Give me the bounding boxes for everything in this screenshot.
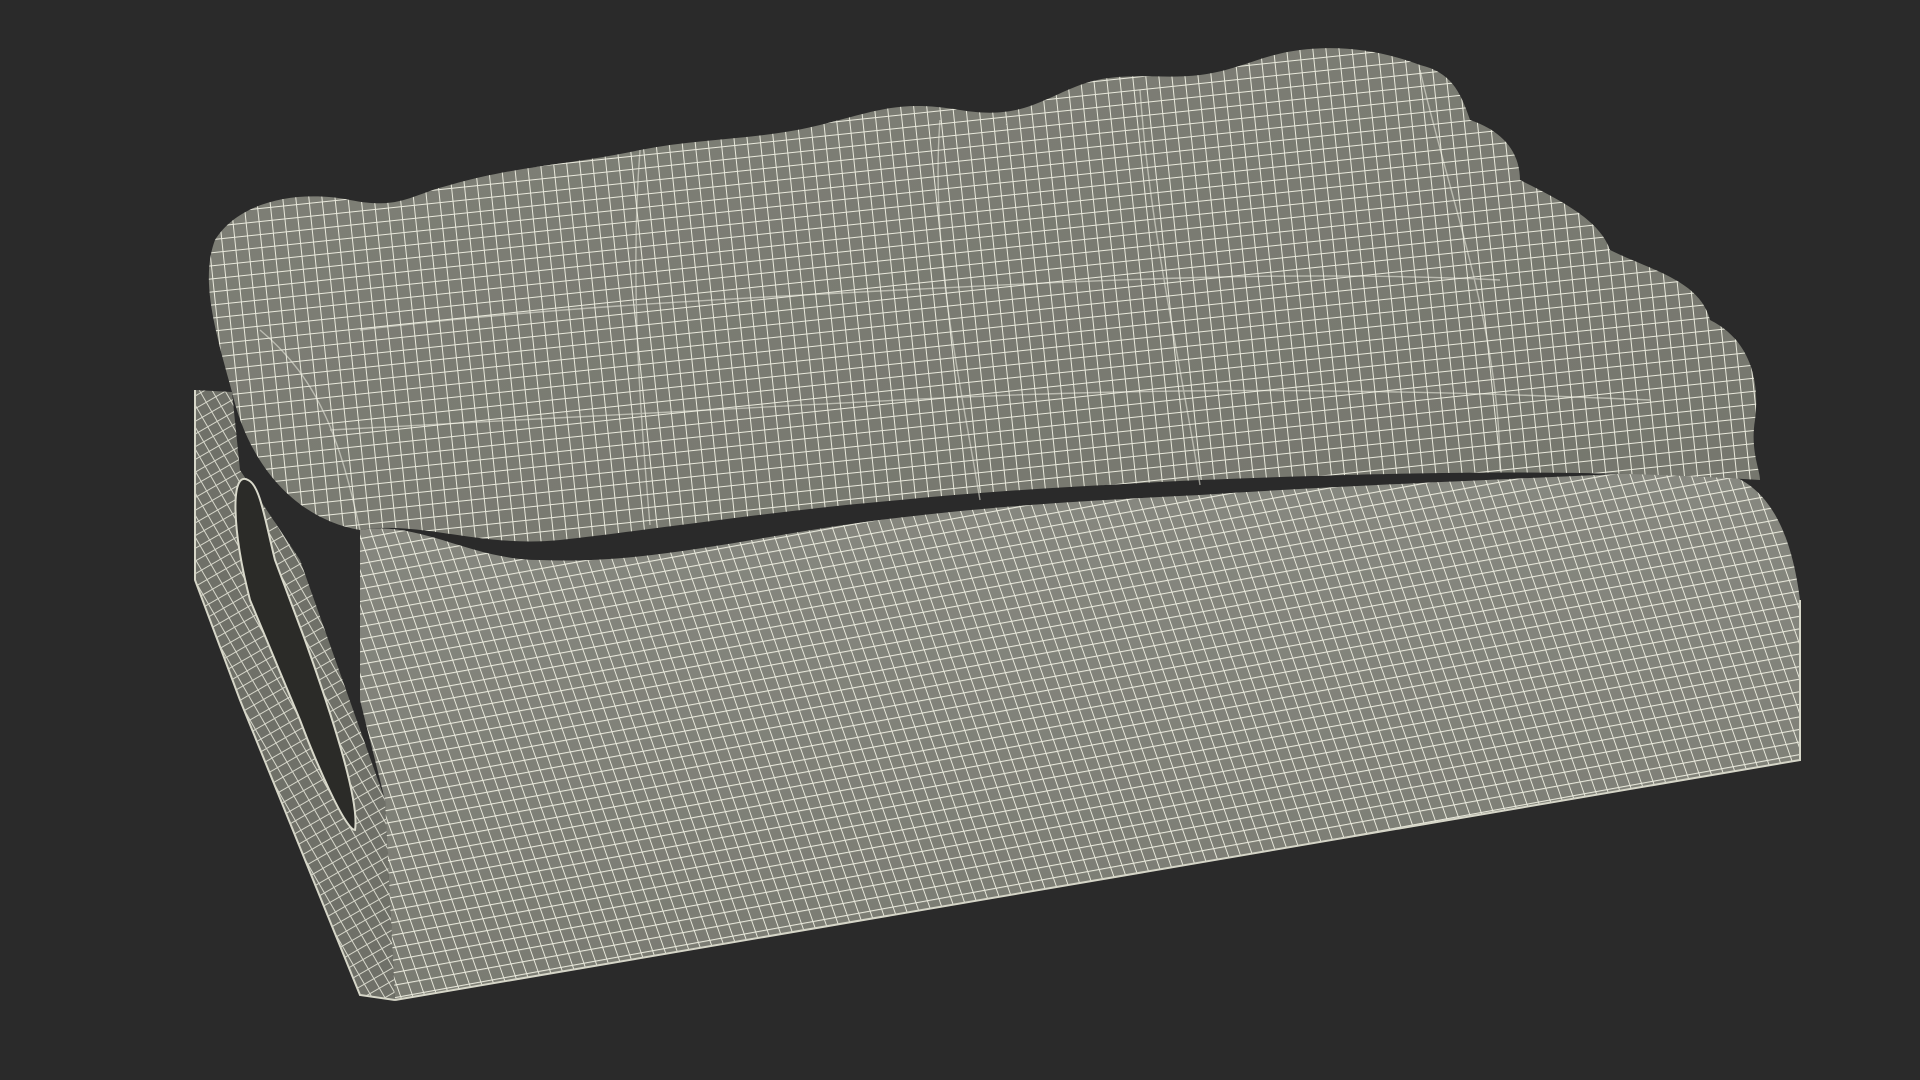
wireframe-model <box>194 48 1801 1001</box>
top-surface <box>208 48 1760 542</box>
render-viewport <box>0 0 1920 1080</box>
front-face <box>360 470 1800 1000</box>
